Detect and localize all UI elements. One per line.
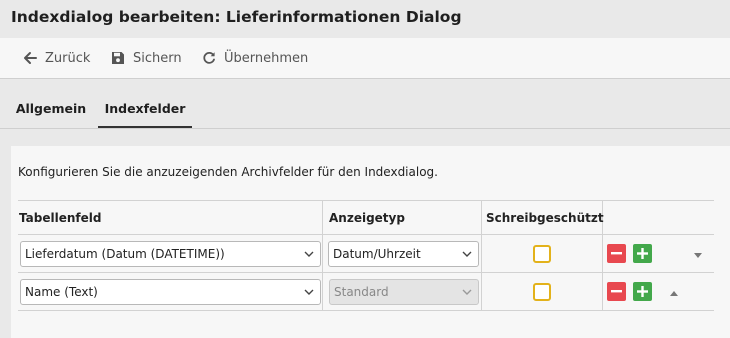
panel-description: Konfigurieren Sie die anzuzeigenden Arch… (18, 165, 438, 179)
table-row-divider (18, 272, 714, 273)
remove-row-button[interactable] (607, 244, 626, 263)
table-top-border (18, 200, 714, 201)
apply-button[interactable]: Übernehmen (201, 38, 308, 78)
table-header-divider (18, 234, 714, 235)
index-fields-panel: Konfigurieren Sie die anzuzeigenden Arch… (11, 146, 730, 338)
display-type-value: Standard (334, 285, 389, 299)
column-divider (322, 200, 323, 310)
display-type-select[interactable]: Datum/Uhrzeit (328, 241, 479, 267)
move-down-icon[interactable] (693, 251, 703, 259)
column-header-schreibgeschuetzt: Schreibgeschützt (486, 211, 604, 225)
column-header-tabellenfeld: Tabellenfeld (19, 211, 102, 225)
floppy-disk-icon (110, 50, 126, 66)
tab-bar: Allgemein Indexfelder (0, 79, 730, 129)
table-field-value: Name (Text) (25, 285, 98, 299)
minus-icon (611, 290, 622, 293)
table-field-select[interactable]: Lieferdatum (Datum (DATETIME)) (20, 241, 321, 267)
column-divider (481, 200, 482, 310)
add-row-button[interactable] (633, 244, 652, 263)
save-button[interactable]: Sichern (110, 38, 182, 78)
display-type-value: Datum/Uhrzeit (333, 247, 421, 261)
move-up-icon[interactable] (669, 289, 679, 297)
back-label: Zurück (45, 50, 91, 66)
chevron-down-icon (460, 285, 474, 299)
apply-label: Übernehmen (224, 50, 309, 66)
plus-icon (637, 286, 648, 297)
plus-icon (637, 248, 648, 259)
chevron-down-icon (302, 285, 316, 299)
chevron-down-icon (460, 247, 474, 261)
refresh-icon (201, 50, 217, 66)
table-bottom-border (18, 310, 714, 311)
window-title: Indexdialog bearbeiten: Lieferinformatio… (11, 8, 462, 26)
back-button[interactable]: Zurück (22, 38, 90, 78)
chevron-down-icon (302, 247, 316, 261)
arrow-left-icon (22, 50, 38, 66)
add-row-button[interactable] (633, 282, 652, 301)
title-bar: Indexdialog bearbeiten: Lieferinformatio… (0, 0, 730, 38)
table-field-select[interactable]: Name (Text) (20, 279, 321, 305)
toolbar: Zurück Sichern Übernehmen (0, 38, 730, 79)
tab-allgemein[interactable]: Allgemein (12, 101, 90, 128)
save-label: Sichern (133, 50, 182, 66)
column-header-anzeigetyp: Anzeigetyp (329, 211, 405, 225)
readonly-checkbox[interactable] (533, 245, 551, 263)
remove-row-button[interactable] (607, 282, 626, 301)
tab-indexfelder[interactable]: Indexfelder (98, 101, 192, 128)
readonly-checkbox[interactable] (533, 283, 551, 301)
table-field-value: Lieferdatum (Datum (DATETIME)) (25, 247, 225, 261)
display-type-select: Standard (329, 279, 479, 305)
minus-icon (611, 252, 622, 255)
